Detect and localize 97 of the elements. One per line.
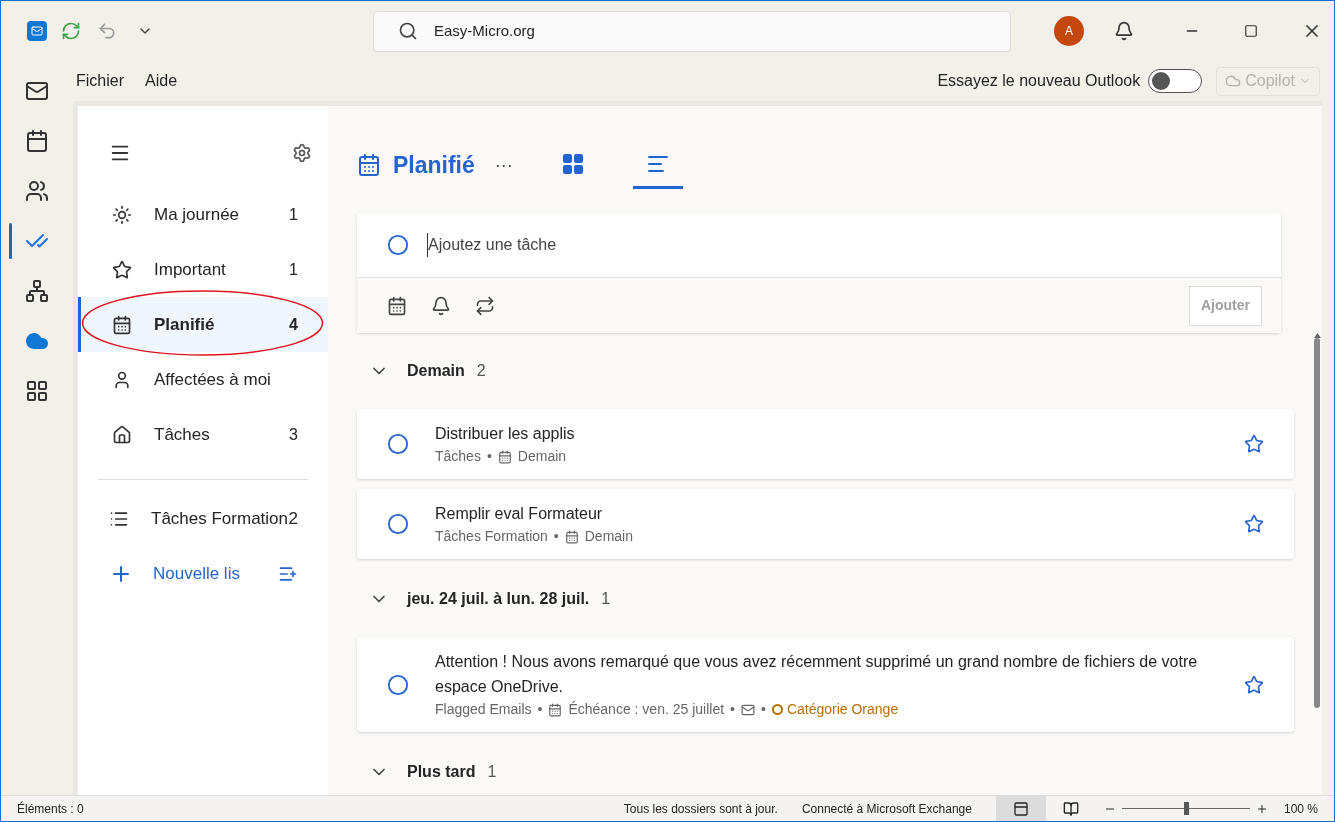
search-icon [398,21,418,41]
sidebar-item-label: Affectées à moi [154,368,272,391]
separator-dot: • [486,447,492,466]
people-icon[interactable] [25,179,49,203]
home-icon [112,424,132,445]
task-list-name: Flagged Emails [435,700,532,719]
circle-icon [387,234,409,256]
circle-icon[interactable] [387,433,409,455]
add-task-input[interactable]: Ajoutez une tâche [427,233,1251,257]
sync-status: Tous les dossiers sont à jour. [623,800,778,818]
task-title: Attention ! Nous avons remarqué que vous avez récemment supprimé un grand nombre de fichiers de votre espace OneDrive. [435,652,1199,697]
sun-icon [112,204,132,225]
notification-icon[interactable] [1114,21,1134,41]
calendar-icon[interactable] [387,295,407,316]
due-date: Demain [517,447,567,466]
calendar-icon [357,153,381,177]
zoom-in-icon[interactable] [1255,802,1268,815]
category-label: Catégorie Orange [786,700,899,719]
star-icon[interactable] [1244,514,1264,534]
search-value: Easy-Micro.org [434,20,535,41]
new-list-link[interactable]: Nouvelle lis [153,561,240,587]
sidebar-item-label: Important [154,258,227,281]
person-icon [112,369,132,390]
circle-icon[interactable] [387,673,409,696]
group-count: 2 [476,361,486,381]
task-title: Remplir eval Formateur [435,504,604,524]
task-title: Distribuer les applis [435,424,576,444]
separator-dot: • [553,527,559,546]
group-title: Demain [407,361,465,381]
item-count: 2 [288,508,298,531]
separator-dot: • [730,700,735,719]
menu-item[interactable]: Fichier [73,69,127,93]
list-icon [109,509,129,529]
group-title: jeu. 24 juil. à lun. 28 juil. [407,589,590,609]
settings-icon[interactable] [292,143,312,163]
list-title: Planifié [393,150,475,180]
sidebar-item-label: Planifié [154,313,216,336]
calendar-icon [564,529,579,544]
sidebar-item[interactable]: Important 1 [78,242,328,297]
toggle-label: Essayez le nouveau Outlook [937,71,1141,91]
zoom-thumb[interactable] [1183,802,1189,815]
mail-icon[interactable] [25,79,49,103]
separator-dot: • [760,700,766,719]
reading-view-icon [1062,800,1079,817]
sidebar-item[interactable]: Affectées à moi [78,352,328,407]
list-label: Tâches Formation [151,508,288,531]
network-icon[interactable] [25,279,49,303]
task-card[interactable]: Distribuer les applis Tâches • Demain [357,409,1294,479]
sidebar-item-label: Ma journée [154,203,241,226]
sidebar-item[interactable]: Ma journée 1 [78,187,328,242]
due-date: Demain [584,527,633,546]
task-list-name: Tâches [435,447,481,466]
circle-icon[interactable] [387,513,409,535]
calendar-icon[interactable] [25,129,49,153]
item-count: 3 [289,424,298,445]
item-count: 4 [289,314,298,335]
item-count: 1 [289,259,298,280]
scroll-up-arrow-icon[interactable] [1313,333,1321,338]
group-count: 1 [487,762,497,782]
group-title: Plus tard [407,762,476,782]
user-avatar[interactable]: A [1054,16,1084,46]
selection-indicator [9,223,12,259]
zoom-slider[interactable] [1121,801,1250,816]
star-icon[interactable] [1244,434,1264,454]
task-card[interactable]: Attention ! Nous avons remarqué que vous avez récemment supprimé un grand nombre de fichiers de votre espace OneDrive. Flagged Emails • Échéance : ven. 25 juillet • • Catégorie Orange [357,637,1294,732]
task-list-name: Tâches Formation [435,527,548,546]
new-outlook-toggle[interactable] [1148,69,1203,93]
star-icon [112,259,132,280]
task-card[interactable]: Remplir eval Formateur Tâches Formation • Demain [357,489,1294,559]
grid-icon [560,151,585,176]
outlook-logo-icon [27,21,47,41]
sync-icon[interactable] [61,21,81,41]
calendar-icon [497,449,512,464]
mail-icon [740,702,755,717]
new-group-icon[interactable] [278,564,298,584]
connection-status: Connecté à Microsoft Exchange [801,800,972,818]
bell-icon[interactable] [431,295,451,316]
sidebar-item[interactable]: Planifié 4 [78,297,328,352]
sidebar-item-label: Tâches [154,423,211,446]
separator-dot: • [537,700,543,719]
sidebar-item[interactable]: Tâches 3 [78,407,328,462]
maximize-icon[interactable] [1244,24,1258,38]
more-options-button[interactable]: ··· [494,151,513,179]
apps-icon[interactable] [25,379,49,403]
zoom-level: 100 % [1283,800,1318,818]
repeat-icon[interactable] [475,295,495,316]
item-count: 1 [289,204,298,225]
normal-view-icon [1012,800,1029,817]
item-count-status: Éléments : 0 [16,800,84,818]
due-date: Échéance : ven. 25 juillet [568,700,725,719]
sidebar-list-item[interactable]: Tâches Formation2 [78,497,328,541]
search-field[interactable]: Easy-Micro.org [373,10,1011,52]
star-icon[interactable] [1244,674,1264,695]
group-count: 1 [601,589,611,609]
calendar-icon [548,702,563,717]
menu-item[interactable]: Aide [142,69,181,93]
calendar-icon [112,314,132,335]
